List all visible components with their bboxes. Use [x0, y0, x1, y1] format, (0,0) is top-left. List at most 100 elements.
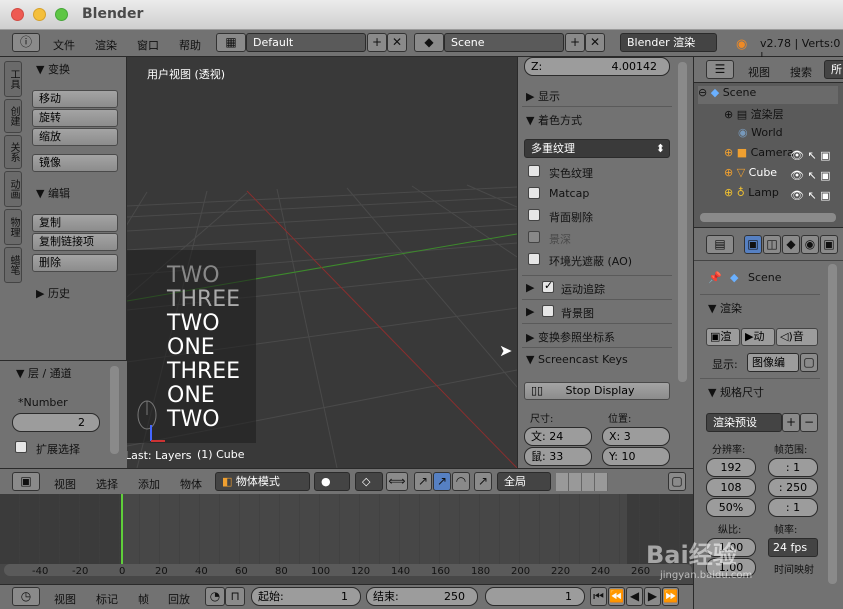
add-layout-button[interactable]: + — [367, 33, 387, 52]
operator-scrollbar[interactable] — [110, 366, 119, 454]
aspect-x-field[interactable]: 1.00 — [706, 538, 756, 557]
rotate-icon[interactable]: ↗ — [433, 472, 451, 491]
frame-step-field[interactable]: : 1 — [768, 498, 818, 517]
fps-select[interactable]: 24 fps — [768, 538, 818, 557]
3d-viewport[interactable]: 用户视图 (透视) TWO THREE TWO ONE THREE ONE TW… — [127, 57, 517, 468]
dimensions-section-header[interactable]: ▼ 规格尺寸 — [708, 384, 764, 400]
solid-texture-checkbox[interactable] — [528, 165, 540, 177]
render-tab-icon[interactable]: ▣ — [744, 235, 762, 254]
play-reverse-icon[interactable]: ◀ — [626, 587, 643, 606]
world-tab-icon[interactable]: ◉ — [801, 235, 819, 254]
frame-start-field[interactable]: : 1 — [768, 458, 818, 477]
preview-range-icon[interactable]: ◔ — [205, 587, 225, 606]
menu-select[interactable]: 选择 — [96, 476, 118, 492]
outliner-scrollbar[interactable] — [700, 213, 836, 222]
render-button[interactable]: ▣渲 — [706, 328, 740, 346]
props-scrollbar[interactable] — [828, 264, 837, 584]
current-frame-field[interactable]: 1 — [485, 587, 585, 606]
menu-object[interactable]: 物体 — [180, 476, 202, 492]
timeline-menu-playback[interactable]: 回放 — [168, 591, 190, 607]
add-scene-button[interactable]: + — [565, 33, 585, 52]
matcap-checkbox[interactable] — [528, 187, 540, 199]
motion-tracking-checkbox[interactable]: ✓ — [542, 279, 554, 293]
outliner-menu-view[interactable]: 视图 — [748, 64, 770, 80]
properties-scrollbar[interactable] — [678, 62, 687, 382]
tab-relations[interactable]: 关系 — [4, 135, 22, 169]
tab-animation[interactable]: 动画 — [4, 171, 22, 207]
animation-button[interactable]: ▶动 — [741, 328, 775, 346]
menu-file[interactable]: 文件 — [53, 37, 75, 53]
tab-create[interactable]: 创建 — [4, 99, 22, 133]
arc-icon[interactable]: ◠ — [452, 472, 470, 491]
timeline-menu-marker[interactable]: 标记 — [96, 591, 118, 607]
motion-tracking-header[interactable]: ▶ — [526, 281, 534, 294]
translate-icon[interactable]: ↗ — [414, 472, 432, 491]
menu-help[interactable]: 帮助 — [179, 37, 201, 53]
remove-preset-button[interactable]: − — [800, 413, 818, 432]
layout-field[interactable]: Default — [246, 33, 366, 52]
jump-key-forward-icon[interactable]: ⏩ — [662, 587, 679, 606]
pos-y-field[interactable]: Y: 10 — [602, 447, 670, 466]
audio-button[interactable]: ◁)音 — [776, 328, 818, 346]
scale-button[interactable]: 缩放 — [32, 128, 118, 146]
orientation-select[interactable]: 全局 — [497, 472, 551, 491]
tab-grease-pencil[interactable]: 蜡笔 — [4, 247, 22, 283]
jump-key-back-icon[interactable]: ⏪ — [608, 587, 625, 606]
tab-tools[interactable]: 工具 — [4, 61, 22, 97]
display-section-header[interactable]: ▶ 显示 — [526, 88, 560, 104]
viewport-editor-icon[interactable]: ▣ — [12, 472, 40, 491]
lock-icon[interactable]: ▢ — [668, 472, 686, 491]
current-frame-line[interactable] — [121, 494, 123, 566]
menu-render[interactable]: 渲染 — [95, 37, 117, 53]
z-field[interactable]: Z: 4.00142 — [524, 57, 670, 76]
texture-mode-select[interactable]: 多重纹理 ⬍ — [524, 139, 670, 158]
minimize-window-button[interactable] — [33, 8, 46, 21]
remove-scene-button[interactable]: ✕ — [585, 33, 605, 52]
tab-physics[interactable]: 物理 — [4, 209, 22, 245]
mode-select[interactable]: ◧ 物体模式 — [215, 472, 310, 491]
aspect-y-field[interactable]: 1.00 — [706, 558, 756, 577]
shading-section-header[interactable]: ▼ 着色方式 — [526, 112, 582, 128]
lock-range-icon[interactable]: ⊓ — [225, 587, 245, 606]
timeline-area[interactable]: -40 -20 0 20 40 60 80 100 120 140 160 18… — [0, 494, 693, 584]
outliner-row-camera[interactable]: ⊕ ■ Camera — [724, 146, 794, 159]
size-height-field[interactable]: 鼠: 33 — [524, 447, 592, 466]
editor-type-icon[interactable]: ⓘ — [12, 33, 40, 52]
dof-checkbox[interactable] — [528, 231, 540, 243]
object-tab-icon[interactable]: ▣ — [820, 235, 838, 254]
transform-section-header[interactable]: ▼ 变换 — [36, 61, 70, 77]
delete-button[interactable]: 删除 — [32, 254, 118, 272]
res-y-field[interactable]: 108 — [706, 478, 756, 497]
outliner-row-cube[interactable]: ⊕ ▽ Cube — [724, 166, 794, 179]
extend-checkbox[interactable] — [15, 441, 27, 453]
res-pct-field[interactable]: 50% — [706, 498, 756, 517]
outliner-menu-search[interactable]: 搜索 — [790, 64, 812, 80]
scene-tab-icon[interactable]: ◆ — [782, 235, 800, 254]
outliner-row-lamp[interactable]: ⊕ ♁ Lamp — [724, 186, 794, 199]
mirror-button[interactable]: 镜像 — [32, 154, 118, 172]
outliner-row-world[interactable]: ◉ World — [738, 126, 843, 139]
operator-header[interactable]: ▼ 层 / 通道 — [16, 365, 72, 381]
end-frame-field[interactable]: 结束: 250 — [366, 587, 478, 606]
move-button[interactable]: 移动 — [32, 90, 118, 108]
play-icon[interactable]: ▶ — [644, 587, 661, 606]
layers-tab-icon[interactable]: ◫ — [763, 235, 781, 254]
backface-checkbox[interactable] — [528, 209, 540, 221]
timeline-editor-icon[interactable]: ◷ — [12, 587, 40, 606]
manipulator-icon[interactable]: ⟺ — [386, 472, 408, 491]
menu-window[interactable]: 窗口 — [137, 37, 159, 53]
menu-add[interactable]: 添加 — [138, 476, 160, 492]
timeline-menu-view[interactable]: 视图 — [54, 591, 76, 607]
outliner-row-renderlayers[interactable]: ⊕ ▤ 渲染层 — [724, 106, 784, 122]
screencast-header[interactable]: ▼ Screencast Keys — [526, 353, 628, 366]
maximize-window-button[interactable] — [55, 8, 68, 21]
jump-start-icon[interactable]: ⏮ — [590, 587, 607, 606]
history-section-header[interactable]: ▶ 历史 — [36, 285, 70, 301]
add-preset-button[interactable]: + — [782, 413, 800, 432]
scene-icon[interactable]: ◆ — [414, 33, 444, 52]
orientation-header[interactable]: ▶ 变换参照坐标系 — [526, 329, 615, 345]
outliner-display-select[interactable]: 所 — [824, 60, 843, 79]
display-lock-icon[interactable]: ▢ — [800, 353, 818, 372]
number-field[interactable]: 2 — [12, 413, 100, 432]
start-frame-field[interactable]: 起始: 1 — [251, 587, 361, 606]
